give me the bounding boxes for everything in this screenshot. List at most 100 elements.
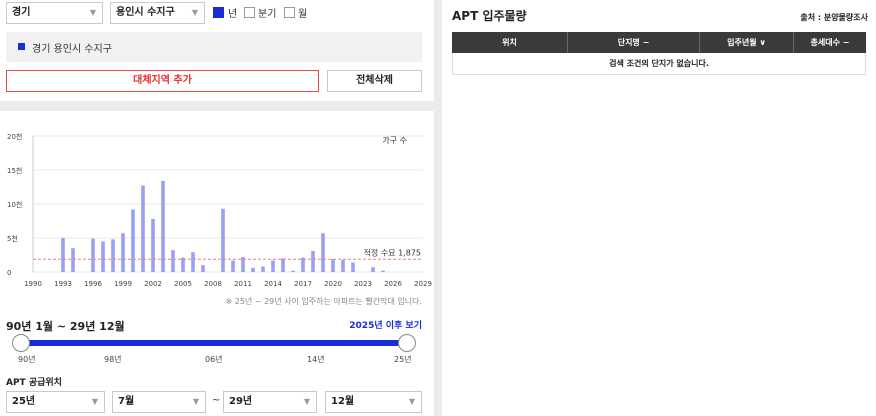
chart-bar [121,233,125,272]
checkbox-month-label: 월 [298,9,308,20]
x-tick-label: 1990 [24,280,42,288]
chart-bar [191,252,195,272]
chart-bar [291,270,295,272]
add-region-button[interactable]: 대체지역 추가 [6,70,319,92]
checkbox-year[interactable] [213,7,224,18]
x-tick-label: 2008 [204,280,222,288]
end-year-select[interactable]: 29년 ▼ [223,391,317,413]
chart-bar [321,233,325,272]
right-panel: APT 입주물량 출처 : 분양물량조사 위치 단지명 − 입주년월 ∨ 총세대… [442,0,876,416]
province-select[interactable]: 경기 ▼ [6,2,103,24]
x-tick-label: 2029 [414,280,432,288]
chart-bar [181,257,185,272]
chart-bar [331,259,335,272]
checkbox-year-label: 년 [228,9,238,20]
y-tick-label: 15천 [7,166,22,175]
start-year-value: 25년 [12,396,36,407]
chart-bar [171,250,175,272]
province-select-value: 경기 [12,7,31,18]
x-tick-label: 2011 [234,280,252,288]
panel-divider [434,0,442,416]
selected-region-label: 경기 용인시 수지구 [32,44,112,55]
city-select-value: 용인시 수지구 [116,7,175,18]
chevron-down-icon: ▼ [89,8,96,17]
chart-bar [151,218,155,272]
chart-bar [161,180,165,272]
left-panel: 경기 ▼ 용인시 수지구 ▼ 년 분기 월 경기 용인시 수지구 대체지역 추가… [0,0,434,416]
selected-region-box: 경기 용인시 수지구 [6,32,422,62]
chart-bar [221,208,225,272]
chart-bar [311,250,315,272]
x-tick-label: 2020 [324,280,342,288]
supply-table: 위치 단지명 − 입주년월 ∨ 총세대수 − 검색 조건의 단지가 없습니다. [452,32,866,75]
column-header-location[interactable]: 위치 [452,32,568,53]
chart-bar [371,267,375,272]
end-month-select[interactable]: 12월 ▼ [325,391,422,413]
start-month-select[interactable]: 7월 ▼ [112,391,206,413]
supply-section-title: APT 공급위치 [6,378,62,388]
checkbox-month[interactable] [284,7,295,18]
chart-bar [271,260,275,272]
chart-legend: 가구 수 [382,136,407,145]
end-month-value: 12월 [331,396,355,407]
slider-tick: 98년 [104,355,122,364]
chevron-down-icon: ▼ [303,397,310,406]
reference-line-label: 적정 수요 1,875 [364,247,421,257]
chart-bar [231,260,235,272]
slider-tick: 25년 [394,355,412,364]
period-slider-track[interactable] [20,340,408,346]
x-tick-label: 2023 [354,280,372,288]
slider-end-handle[interactable] [398,334,416,352]
chevron-down-icon: ▼ [191,8,198,17]
chart-bar [91,238,95,272]
slider-tick: 06년 [205,355,223,364]
chart-bar [201,265,205,272]
column-header-complex[interactable]: 단지명 − [568,32,700,53]
chart-note: ※ 25년 ~ 29년 사이 입주하는 아파트는 빨간막대 입니다. [225,297,423,306]
range-separator: ~ [212,395,221,406]
x-tick-label: 1993 [54,280,72,288]
x-tick-label: 1999 [114,280,132,288]
start-month-value: 7월 [118,396,135,407]
x-tick-label: 1996 [84,280,102,288]
chart-bar [251,267,255,272]
chart-bar [301,257,305,272]
chart-bar [261,266,265,272]
table-header: 위치 단지명 − 입주년월 ∨ 총세대수 − [452,32,866,53]
checkbox-quarter-label: 분기 [258,9,277,20]
empty-message: 검색 조건의 단지가 없습니다. [452,53,866,75]
x-tick-label: 2017 [294,280,312,288]
column-header-move-in[interactable]: 입주년월 ∨ [700,32,794,53]
column-header-households[interactable]: 총세대수 − [794,32,866,53]
x-tick-label: 2002 [144,280,162,288]
chart-bar [71,248,75,272]
source-label: 출처 : 분양물량조사 [800,13,868,22]
chart-bar [101,241,105,272]
chart-bar [281,258,285,272]
delete-all-button[interactable]: 전체삭제 [327,70,422,92]
section-divider [0,101,434,111]
after-2025-link[interactable]: 2025년 이후 보기 [349,318,422,331]
slider-tick: 90년 [18,355,36,364]
city-select[interactable]: 용인시 수지구 ▼ [110,2,205,24]
region-color-marker [18,43,25,50]
chart-bar [111,239,115,272]
period-range: 90년 1월 ~ 29년 12월 [6,320,125,333]
chart-bar [381,270,385,272]
slider-tick: 14년 [307,355,325,364]
x-tick-label: 2014 [264,280,282,288]
chevron-down-icon: ▼ [192,397,199,406]
chart-svg: 적정 수요 1,875 가구 수 0 5천 10천 15천 20천 1990 1993 19… [7,132,432,288]
x-tick-label: 2026 [384,280,402,288]
chart-bar [351,262,355,272]
y-tick-label: 5천 [7,234,18,243]
y-tick-label: 0 [7,269,11,277]
y-tick-label: 20천 [7,132,22,141]
checkbox-quarter[interactable] [244,7,255,18]
chart-bar [61,238,65,272]
supply-bar-chart: 적정 수요 1,875 가구 수 0 5천 10천 15천 20천 1990 1993 19… [0,118,434,294]
panel-title: APT 입주물량 [452,9,527,23]
start-year-select[interactable]: 25년 ▼ [6,391,105,413]
slider-start-handle[interactable] [12,334,30,352]
end-year-value: 29년 [229,396,253,407]
